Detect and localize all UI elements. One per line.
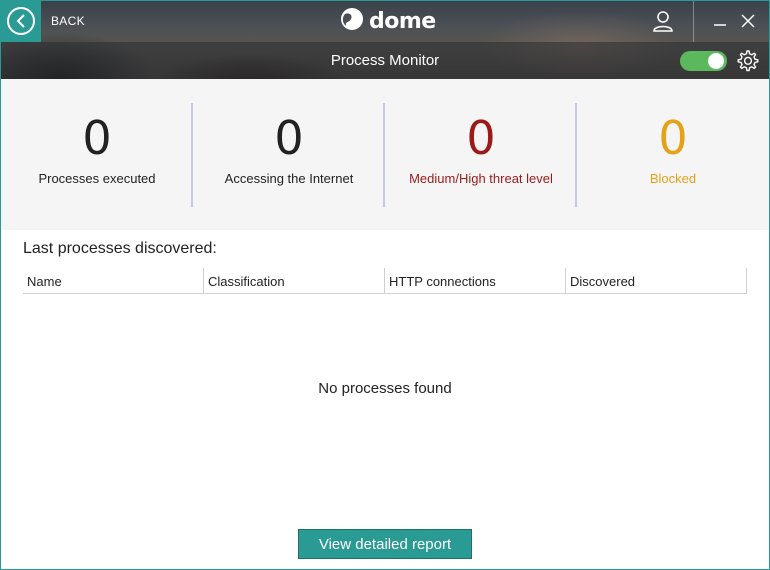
stat-label: Processes executed — [38, 171, 156, 186]
stat-label: Medium/High threat level — [409, 171, 553, 186]
page-title: Process Monitor — [330, 52, 440, 69]
stat-label: Blocked — [649, 171, 697, 186]
logo: dome — [339, 6, 436, 36]
close-icon[interactable] — [739, 12, 757, 30]
gear-icon[interactable] — [735, 49, 759, 73]
stat-value: 0 — [274, 111, 304, 165]
logo-text: dome — [369, 8, 436, 34]
column-header-http-connections[interactable]: HTTP connections — [384, 268, 565, 293]
column-header-discovered[interactable]: Discovered — [565, 268, 746, 293]
column-header-name[interactable]: Name — [23, 268, 204, 293]
stat-accessing-internet: 0 Accessing the Internet — [193, 79, 385, 230]
empty-message: No processes found — [318, 380, 452, 397]
back-label[interactable]: BACK — [51, 14, 85, 28]
minimize-icon[interactable] — [712, 12, 728, 30]
stat-label: Accessing the Internet — [224, 171, 354, 186]
section-title: Last processes discovered: — [23, 240, 217, 257]
stat-processes-executed: 0 Processes executed — [1, 79, 193, 230]
stat-value: 0 — [82, 111, 112, 165]
stat-blocked: 0 Blocked — [577, 79, 769, 230]
view-report-button[interactable]: View detailed report — [298, 529, 472, 559]
stat-threat-level: 0 Medium/High threat level — [385, 79, 577, 230]
table-header: Name Classification HTTP connections Dis… — [23, 268, 747, 294]
window-controls-separator — [693, 0, 694, 42]
back-arrow-icon — [6, 7, 35, 35]
protection-toggle[interactable] — [680, 51, 727, 71]
header: BACK dome Process Monitor — [0, 0, 770, 79]
dome-logo-icon — [339, 6, 365, 37]
stats-panel: 0 Processes executed 0 Accessing the Int… — [1, 79, 769, 230]
toggle-knob — [708, 53, 724, 69]
stat-value: 0 — [466, 111, 496, 165]
back-button[interactable] — [0, 0, 41, 42]
user-icon[interactable] — [652, 10, 674, 32]
stat-value: 0 — [658, 111, 688, 165]
column-header-classification[interactable]: Classification — [203, 268, 384, 293]
